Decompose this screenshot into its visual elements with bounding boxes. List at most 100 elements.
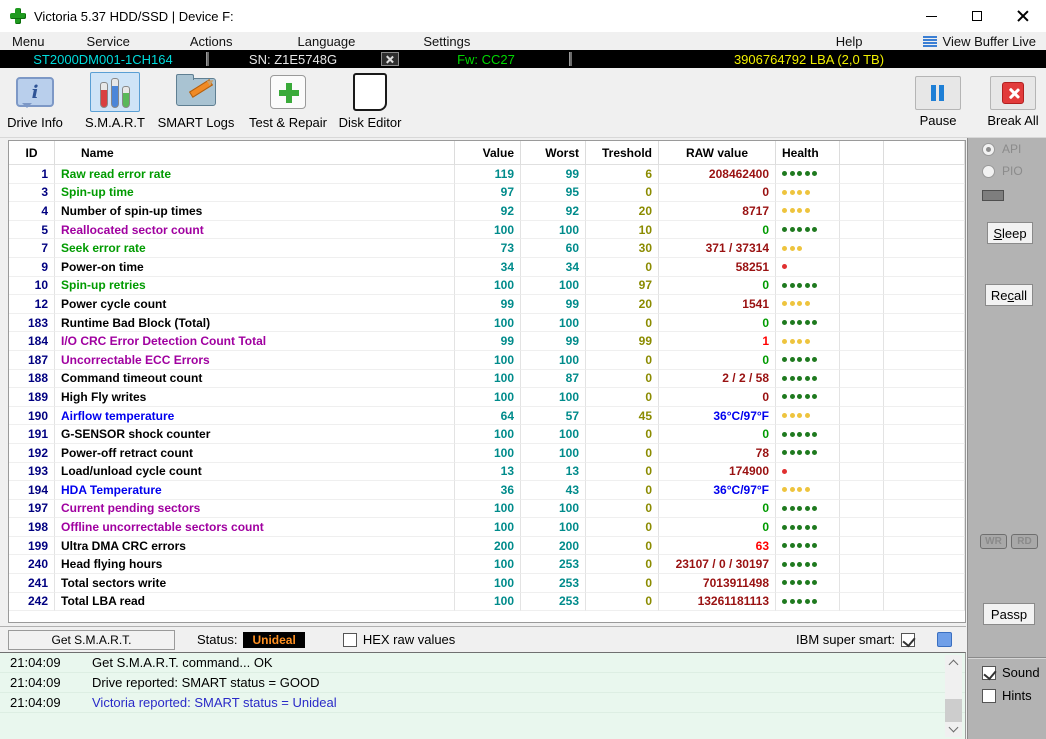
maximize-button[interactable] [954, 0, 1000, 32]
hints-checkbox[interactable] [982, 688, 996, 703]
attr-worst: 57 [521, 406, 586, 426]
table-row[interactable]: 193 Load/unload cycle count 13 13 0 1749… [9, 462, 965, 482]
attr-value: 73 [455, 239, 521, 258]
header-raw-value[interactable]: RAW value [659, 141, 776, 165]
attr-value: 200 [455, 536, 521, 556]
smart-logs-button[interactable]: SMART Logs [156, 72, 236, 130]
close-button[interactable] [1000, 0, 1046, 32]
table-row[interactable]: 242 Total LBA read 100 253 0 13261181113 [9, 592, 965, 612]
table-row[interactable]: 9 Power-on time 34 34 0 58251 [9, 257, 965, 277]
recall-button[interactable]: Re c all [985, 284, 1033, 306]
header-name[interactable]: Name [55, 141, 455, 165]
hints-checkbox-row[interactable]: Hints [982, 688, 1032, 703]
table-row[interactable]: 12 Power cycle count 99 99 20 1541 [9, 295, 965, 314]
header-value[interactable]: Value [455, 141, 521, 165]
table-row[interactable]: 10 Spin-up retries 100 100 97 0 [9, 276, 965, 296]
scrollbar-thumb[interactable] [945, 699, 962, 723]
attr-health-dots [776, 295, 840, 314]
attr-id: 192 [9, 443, 55, 463]
attr-health-dots [776, 518, 840, 537]
table-row[interactable]: 190 Airflow temperature 64 57 45 36°C/97… [9, 406, 965, 426]
table-row[interactable]: 198 Offline uncorrectable sectors count … [9, 518, 965, 537]
attr-health-dots [776, 425, 840, 444]
hex-raw-values-row[interactable]: HEX raw values [342, 632, 455, 647]
scroll-up-button[interactable] [945, 655, 962, 670]
api-radio[interactable] [982, 142, 995, 156]
disk-editor-button[interactable]: Disk Editor [334, 72, 406, 130]
table-row[interactable]: 4 Number of spin-up times 92 92 20 8717 [9, 202, 965, 221]
sleep-button[interactable]: Sleep [987, 222, 1033, 244]
menu-item-help[interactable]: Help [826, 32, 873, 50]
table-row[interactable]: 199 Ultra DMA CRC errors 200 200 0 63 [9, 536, 965, 556]
attr-value: 100 [455, 313, 521, 333]
attr-threshold: 99 [586, 332, 659, 351]
table-row[interactable]: 192 Power-off retract count 100 100 0 78 [9, 443, 965, 463]
table-row[interactable]: 191 G-SENSOR shock counter 100 100 0 0 [9, 425, 965, 444]
sound-label: Sound [1002, 665, 1040, 680]
table-row[interactable]: 194 HDA Temperature 36 43 0 36°C/97°F [9, 481, 965, 500]
scroll-down-button[interactable] [945, 722, 962, 737]
victoria-window: Victoria 5.37 HDD/SSD | Device F: Menu S… [0, 0, 1046, 739]
sound-checkbox[interactable] [982, 665, 996, 680]
header-worst[interactable]: Worst [521, 141, 586, 165]
table-row[interactable]: 1 Raw read error rate 119 99 6 208462400 [9, 165, 965, 184]
sound-checkbox-row[interactable]: Sound [982, 665, 1040, 680]
activity-indicator [982, 190, 1004, 201]
log-scrollbar[interactable] [945, 655, 962, 737]
table-row[interactable]: 3 Spin-up time 97 95 0 0 [9, 183, 965, 203]
table-row[interactable]: 197 Current pending sectors 100 100 0 0 [9, 499, 965, 519]
attr-worst: 34 [521, 257, 586, 277]
view-buffer-live-button[interactable]: View Buffer Live [922, 33, 1046, 49]
attr-id: 190 [9, 406, 55, 426]
ibm-checkbox[interactable] [901, 632, 915, 647]
passp-button[interactable]: Passp [983, 603, 1035, 625]
minimize-button[interactable] [908, 0, 954, 32]
attr-id: 184 [9, 332, 55, 351]
menu-item-menu[interactable]: Menu [2, 32, 55, 50]
menu-item-language[interactable]: Language [288, 32, 366, 50]
drive-info-button[interactable]: Drive Info [2, 72, 68, 130]
menu-item-service[interactable]: Service [77, 32, 140, 50]
get-smart-button[interactable]: Get S.M.A.R.T. [8, 629, 175, 650]
ibm-color-button[interactable] [937, 632, 952, 647]
attr-id: 7 [9, 239, 55, 258]
pio-radio[interactable] [982, 164, 995, 178]
view-buffer-live-label: View Buffer Live [942, 33, 1036, 49]
menu-item-actions[interactable]: Actions [180, 32, 243, 50]
table-row[interactable]: 189 High Fly writes 100 100 0 0 [9, 388, 965, 407]
table-row[interactable]: 188 Command timeout count 100 87 0 2 / 2… [9, 369, 965, 389]
attr-name: G-SENSOR shock counter [55, 425, 455, 444]
table-row[interactable]: 7 Seek error rate 73 60 30 371 / 37314 [9, 239, 965, 258]
window-title: Victoria 5.37 HDD/SSD | Device F: [34, 8, 234, 24]
attr-health-dots [776, 257, 840, 277]
folder-pencil-icon [176, 74, 216, 106]
header-id[interactable]: ID [9, 141, 55, 165]
test-repair-button[interactable]: Test & Repair [244, 72, 332, 130]
attr-name: Airflow temperature [55, 406, 455, 426]
table-row[interactable]: 240 Head flying hours 100 253 0 23107 / … [9, 555, 965, 575]
attr-value: 100 [455, 350, 521, 370]
drive-model: ST2000DM001-1CH164 [33, 51, 173, 67]
table-row[interactable]: 241 Total sectors write 100 253 0 701391… [9, 574, 965, 593]
close-icon [1017, 10, 1029, 22]
attr-worst: 100 [521, 443, 586, 463]
smart-table-body: 1 Raw read error rate 119 99 6 208462400… [9, 165, 965, 612]
attr-worst: 13 [521, 462, 586, 482]
table-row[interactable]: 5 Reallocated sector count 100 100 10 0 [9, 220, 965, 240]
header-threshold[interactable]: Treshold [586, 141, 659, 165]
header-health[interactable]: Health [776, 141, 840, 165]
infobar-close-button[interactable] [381, 52, 399, 66]
table-row[interactable]: 184 I/O CRC Error Detection Count Total … [9, 332, 965, 351]
smart-button[interactable]: S.M.A.R.T [84, 72, 146, 130]
table-row[interactable]: 187 Uncorrectable ECC Errors 100 100 0 0 [9, 350, 965, 370]
pause-button[interactable]: Pause [910, 72, 966, 128]
break-all-button[interactable]: Break All [982, 72, 1044, 128]
table-row[interactable]: 183 Runtime Bad Block (Total) 100 100 0 … [9, 313, 965, 333]
attr-threshold: 0 [586, 481, 659, 500]
attr-value: 119 [455, 165, 521, 184]
menu-item-settings[interactable]: Settings [413, 32, 480, 50]
attr-id: 183 [9, 313, 55, 333]
hex-checkbox[interactable] [342, 632, 357, 647]
attr-health-dots [776, 481, 840, 500]
hints-label: Hints [1002, 688, 1032, 703]
